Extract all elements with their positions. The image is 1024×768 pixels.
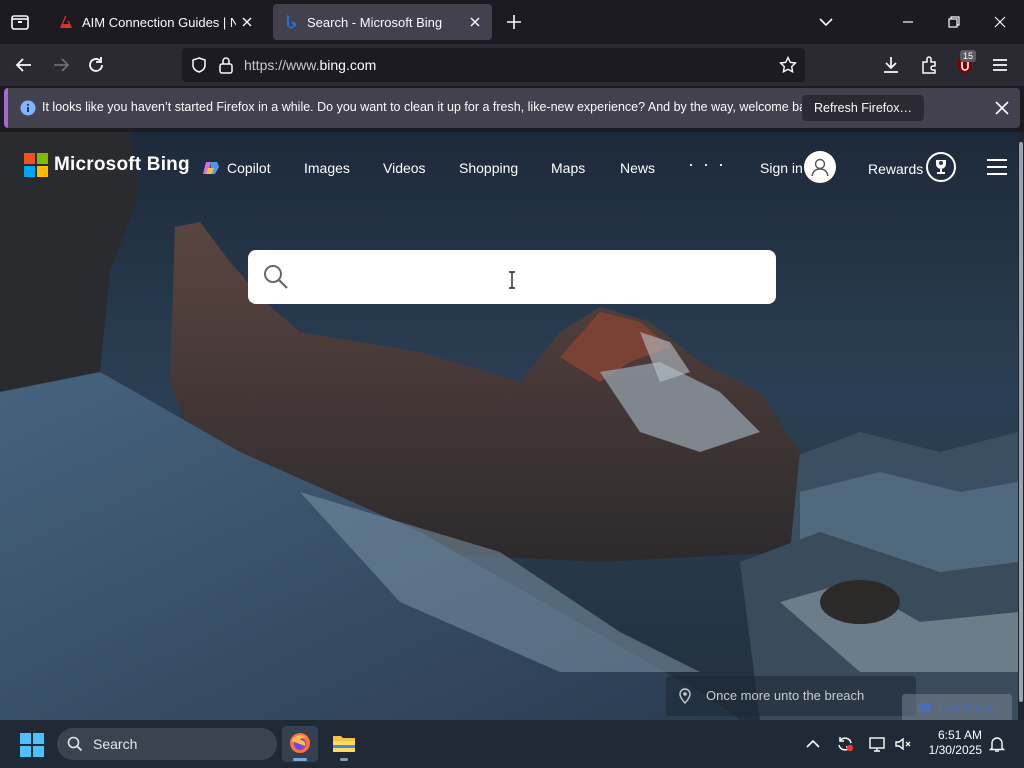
windows-start-icon[interactable]: [20, 733, 44, 757]
microsoft-logo-icon: [24, 153, 48, 177]
new-tab-plus-icon[interactable]: [504, 12, 524, 32]
address-bar[interactable]: https://www.bing.com: [182, 48, 805, 82]
clock-date: 1/30/2025: [928, 743, 982, 757]
rewards-trophy-icon[interactable]: [926, 152, 956, 182]
close-icon[interactable]: [994, 100, 1010, 116]
sign-in-link[interactable]: Sign in: [760, 160, 803, 176]
show-hidden-icons-chevron-up-icon[interactable]: [804, 735, 822, 753]
page-scrollbar[interactable]: [1018, 132, 1024, 720]
feedback-button[interactable]: Feedback: [902, 694, 1012, 720]
nav-maps[interactable]: Maps: [551, 160, 585, 176]
info-icon: [20, 100, 36, 116]
text-cursor-icon: [506, 271, 518, 289]
firefox-icon: [289, 732, 311, 754]
reload-icon[interactable]: [85, 54, 107, 76]
tab-search-microsoft-bing[interactable]: Search - Microsoft Bing: [273, 4, 492, 40]
hamburger-menu-icon[interactable]: [986, 158, 1008, 176]
tracking-protection-shield-icon[interactable]: [190, 56, 208, 74]
extensions-puzzle-icon[interactable]: [918, 54, 940, 76]
extension-badge: 15: [960, 50, 977, 62]
feedback-label: Feedback: [938, 700, 996, 715]
close-tab-icon[interactable]: [240, 15, 254, 29]
bing-favicon-icon: [283, 14, 299, 30]
notification-message: It looks like you haven’t started Firefo…: [42, 100, 823, 114]
clock-time: 6:51 AM: [937, 728, 982, 742]
refresh-firefox-notification: It looks like you haven’t started Firefo…: [4, 88, 1020, 128]
taskbar-firefox[interactable]: [282, 726, 318, 762]
tab-strip: AIM Connection Guides | NINA Search - Mi…: [0, 0, 1024, 44]
location-caption-text: Once more unto the breach: [706, 688, 865, 703]
more-menu[interactable]: · · ·: [688, 154, 726, 175]
nav-videos[interactable]: Videos: [383, 160, 426, 176]
rewards-label[interactable]: Rewards: [868, 161, 923, 177]
taskbar-file-explorer[interactable]: [326, 726, 362, 762]
folder-icon: [332, 733, 356, 753]
location-pin-icon: [678, 688, 692, 704]
nav-shopping[interactable]: Shopping: [459, 160, 518, 176]
downloads-icon[interactable]: [880, 54, 902, 76]
sync-status-icon[interactable]: [836, 735, 854, 753]
scrollbar-thumb[interactable]: [1019, 142, 1023, 702]
active-indicator: [293, 758, 307, 761]
hamburger-menu-icon[interactable]: [989, 54, 1011, 76]
tab-title: Search - Microsoft Bing: [307, 14, 443, 30]
navigation-toolbar: https://www.bing.com 15: [0, 44, 1024, 86]
chat-bubble-icon: [918, 702, 932, 715]
adobe-icon: [58, 14, 74, 30]
close-tab-icon[interactable]: [468, 15, 482, 29]
nav-images[interactable]: Images: [304, 160, 350, 176]
nav-news[interactable]: News: [620, 160, 655, 176]
taskbar-search-label: Search: [93, 736, 138, 752]
image-location-caption[interactable]: Once more unto the breach: [666, 676, 916, 716]
forward-arrow-icon[interactable]: [50, 54, 72, 76]
refresh-firefox-button[interactable]: Refresh Firefox…: [802, 95, 924, 121]
volume-muted-icon[interactable]: [894, 735, 912, 753]
restore-icon[interactable]: [944, 12, 964, 32]
network-icon[interactable]: [868, 735, 886, 753]
minimize-icon[interactable]: [898, 12, 918, 32]
search-icon[interactable]: [262, 263, 290, 291]
copilot-icon[interactable]: [202, 160, 220, 178]
close-window-icon[interactable]: [990, 12, 1010, 32]
running-indicator: [340, 758, 348, 761]
brand-name: Microsoft Bing: [54, 154, 190, 175]
lock-icon[interactable]: [218, 56, 234, 74]
tab-title: AIM Connection Guides | NINA: [82, 14, 236, 30]
system-clock[interactable]: 6:51 AM 1/30/2025: [918, 728, 982, 758]
mountain-background-image: [0, 132, 1018, 720]
url-domain: bing.com: [319, 57, 377, 73]
windows-taskbar: Search 6:51 AM 1/30/2025: [0, 720, 1024, 768]
chevron-down-icon[interactable]: [816, 12, 836, 32]
back-arrow-icon[interactable]: [13, 54, 35, 76]
bing-logo[interactable]: Microsoft Bing: [24, 152, 190, 178]
taskbar-search-box[interactable]: Search: [57, 728, 277, 760]
list-all-tabs-icon[interactable]: [8, 10, 32, 34]
notification-bell-icon[interactable]: [988, 735, 1006, 753]
search-icon: [67, 736, 83, 752]
nav-copilot[interactable]: Copilot: [227, 160, 271, 176]
bookmark-star-icon[interactable]: [779, 56, 797, 74]
bing-homepage: Microsoft Bing Copilot Images Videos Sho…: [0, 132, 1018, 720]
url-text[interactable]: https://www.bing.com: [244, 57, 376, 73]
tab-aim-connection-guides[interactable]: AIM Connection Guides | NINA: [48, 4, 264, 40]
url-prefix: https://www.: [244, 57, 320, 73]
avatar[interactable]: [804, 151, 836, 183]
search-box[interactable]: [248, 250, 776, 304]
